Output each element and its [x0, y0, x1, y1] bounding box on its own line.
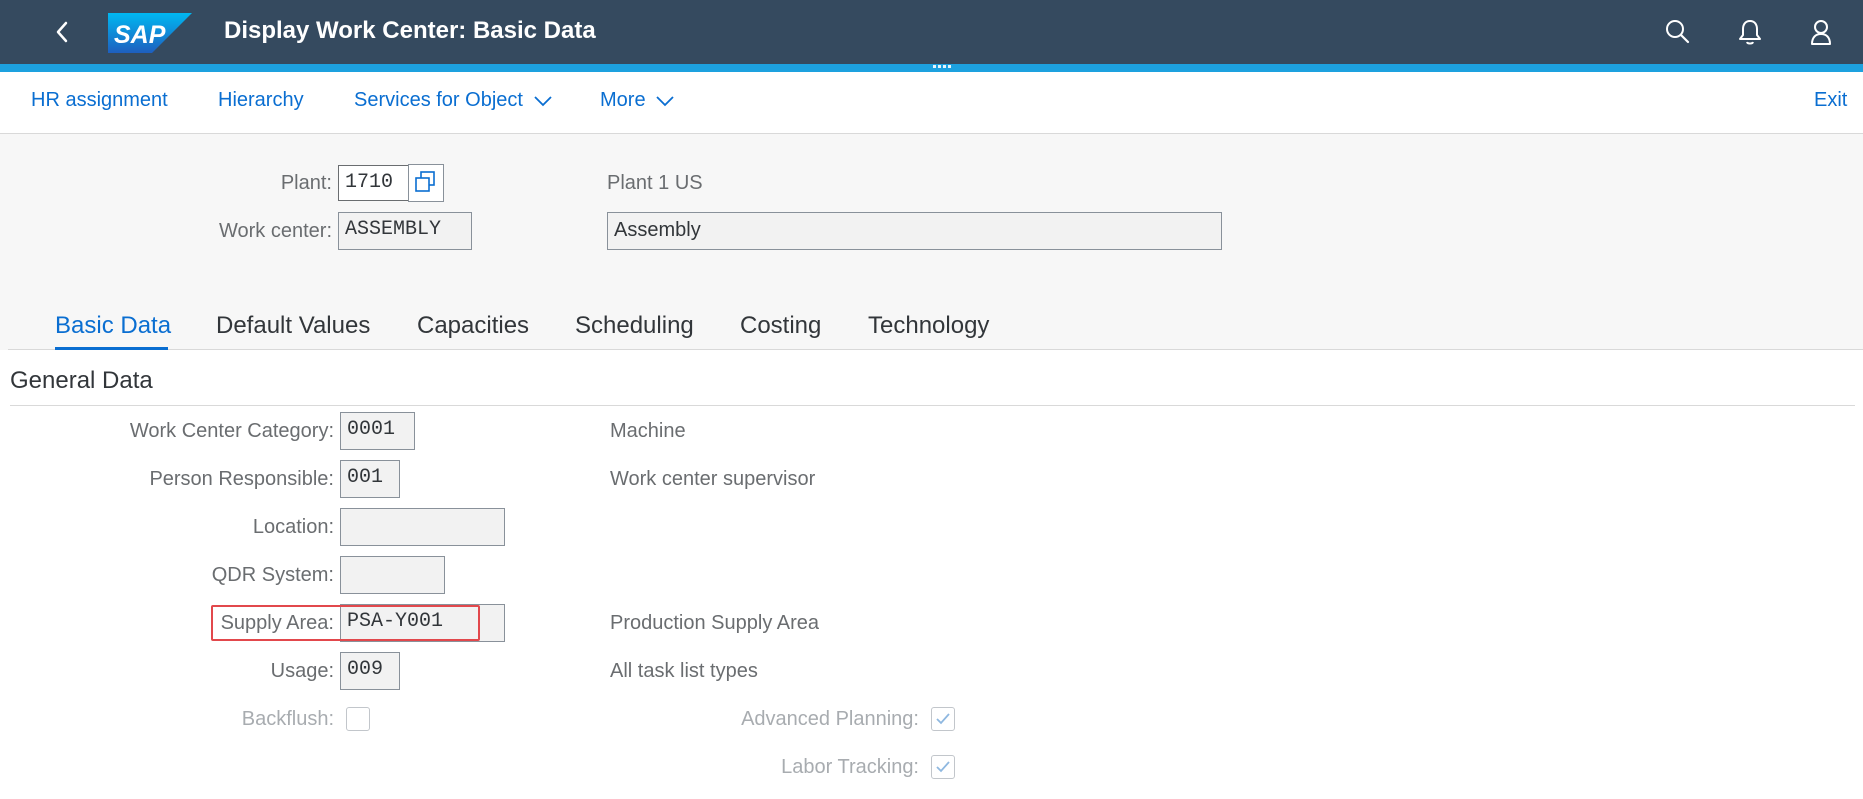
services-for-object-menu[interactable]: Services for Object	[354, 72, 553, 133]
qdr-system-field[interactable]	[340, 556, 445, 594]
exit-button[interactable]: Exit	[1814, 72, 1847, 133]
usage-field[interactable]: 009	[340, 652, 400, 690]
plant-text: Plant 1 US	[607, 172, 703, 194]
hr-assignment-button[interactable]: HR assignment	[31, 72, 168, 133]
work-center-category-field[interactable]: 0001	[340, 412, 415, 450]
advanced-planning-checkbox[interactable]	[931, 707, 955, 731]
notifications-button[interactable]	[1734, 16, 1766, 48]
header-resize-grip[interactable]	[933, 65, 953, 70]
back-icon	[56, 21, 68, 43]
section-title-general-data: General Data	[10, 367, 153, 394]
person-responsible-text: Work center supervisor	[610, 468, 816, 490]
checkmark-icon	[936, 761, 950, 773]
labor-tracking-label: Labor Tracking:	[781, 756, 919, 778]
plant-field[interactable]: 1710	[338, 165, 412, 201]
tab-default-values[interactable]: Default Values	[216, 300, 370, 350]
tab-capacities[interactable]: Capacities	[417, 300, 529, 350]
chevron-down-icon	[533, 96, 552, 106]
supply-area-field[interactable]: PSA-Y001	[340, 604, 505, 642]
hierarchy-button[interactable]: Hierarchy	[218, 72, 304, 133]
selected-tab-indicator	[55, 347, 168, 350]
advanced-planning-label: Advanced Planning:	[741, 708, 919, 730]
section-divider	[10, 405, 1855, 406]
checkmark-icon	[936, 713, 950, 725]
location-label: Location:	[252, 516, 334, 538]
work-center-description-field[interactable]: Assembly	[607, 212, 1222, 250]
person-responsible-label: Person Responsible:	[149, 468, 334, 490]
work-center-field[interactable]: ASSEMBLY	[338, 212, 472, 250]
labor-tracking-checkbox[interactable]	[931, 755, 955, 779]
app-title: Display Work Center: Basic Data	[224, 17, 596, 44]
back-button[interactable]	[46, 14, 82, 50]
shell-bar: SAP Display Work Center: Basic Data	[0, 0, 1863, 64]
tab-technology[interactable]: Technology	[868, 300, 989, 350]
sap-logo[interactable]: SAP	[108, 13, 192, 53]
usage-text: All task list types	[610, 660, 758, 682]
work-center-category-label: Work Center Category:	[129, 420, 334, 442]
search-icon	[1666, 20, 1690, 44]
notifications-icon	[1739, 20, 1761, 45]
tab-strip: Basic Data Default Values Capacities Sch…	[0, 300, 1863, 350]
shell-accent-bar	[0, 64, 1863, 72]
user-button[interactable]	[1805, 16, 1837, 48]
search-button[interactable]	[1662, 16, 1694, 48]
chevron-down-icon	[656, 96, 674, 106]
backflush-label: Backflush:	[241, 708, 334, 730]
tab-basic-data[interactable]: Basic Data	[55, 300, 171, 350]
user-icon	[1811, 20, 1831, 45]
tab-costing[interactable]: Costing	[740, 300, 821, 350]
application-toolbar: HR assignment Hierarchy Services for Obj…	[0, 72, 1863, 134]
location-field[interactable]	[340, 508, 505, 546]
work-center-category-text: Machine	[610, 420, 686, 442]
tab-scheduling[interactable]: Scheduling	[575, 300, 694, 350]
usage-label: Usage:	[270, 660, 334, 682]
supply-area-label: Supply Area:	[220, 612, 334, 634]
backflush-checkbox[interactable]	[346, 707, 370, 731]
plant-label: Plant:	[280, 172, 332, 194]
tab-strip-border	[8, 349, 1863, 350]
more-menu[interactable]: More	[600, 72, 675, 133]
qdr-system-label: QDR System:	[211, 564, 334, 586]
person-responsible-field[interactable]: 001	[340, 460, 400, 498]
work-center-label: Work center:	[219, 220, 332, 242]
more-label: More	[600, 89, 646, 111]
supply-area-text: Production Supply Area	[610, 612, 820, 634]
value-help-button[interactable]	[408, 164, 444, 202]
svg-text:SAP: SAP	[114, 21, 166, 49]
services-for-object-label: Services for Object	[354, 89, 523, 111]
copy-icon	[415, 171, 435, 192]
